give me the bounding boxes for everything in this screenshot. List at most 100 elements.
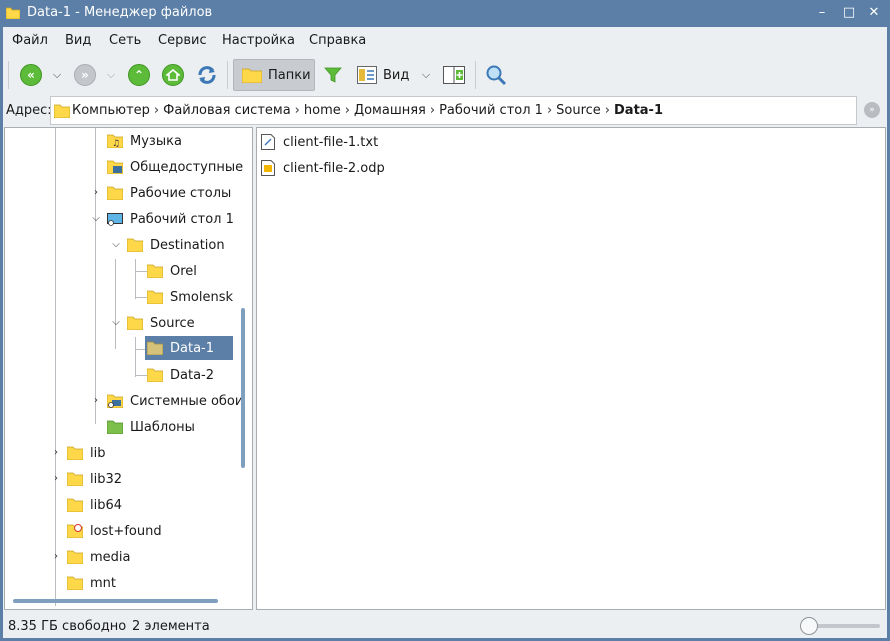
tree-item-label: Системные обои bbox=[130, 393, 244, 409]
breadcrumb-home[interactable]: home bbox=[304, 103, 341, 118]
music-folder-icon: ♫ bbox=[107, 134, 123, 148]
file-list[interactable]: client-file-1.txt client-file-2.odp bbox=[256, 127, 886, 610]
folder-icon bbox=[67, 446, 83, 460]
tree-item-data-1[interactable]: Data-1 bbox=[145, 336, 233, 360]
forward-icon: » bbox=[74, 64, 96, 86]
menu-bar: Файл Вид Сеть Сервис Настройка Справка bbox=[3, 27, 887, 55]
tree-item-label: Data-2 bbox=[170, 367, 215, 383]
expand-icon[interactable]: › bbox=[51, 474, 61, 484]
folder-icon bbox=[147, 368, 163, 382]
close-button[interactable]: ✕ bbox=[864, 4, 884, 22]
breadcrumb-current[interactable]: Data-1 bbox=[614, 103, 663, 118]
collapse-icon[interactable]: ⌵ bbox=[111, 318, 121, 328]
tree-item-desktops[interactable]: Рабочие столы bbox=[107, 181, 231, 205]
tree-item-label: Общедоступные bbox=[130, 159, 244, 175]
view-mode-button[interactable]: Вид bbox=[357, 59, 411, 91]
tree-item-label: lib32 bbox=[90, 471, 123, 487]
menu-service[interactable]: Сервис bbox=[158, 33, 207, 48]
folder-icon bbox=[147, 341, 163, 355]
home-button[interactable] bbox=[161, 59, 185, 91]
menu-settings[interactable]: Настройка bbox=[222, 33, 295, 48]
menu-view[interactable]: Вид bbox=[65, 33, 91, 48]
breadcrumb-filesystem[interactable]: Файловая система bbox=[163, 103, 291, 118]
folder-tree[interactable]: ♫ Музыка Общедоступные › Рабочие столы ⌵ bbox=[4, 127, 253, 610]
view-mode-dropdown[interactable]: ⌵ bbox=[419, 59, 433, 91]
tree-item-label: Smolensk bbox=[170, 289, 234, 305]
split-view-icon bbox=[443, 66, 465, 84]
tree-vertical-scrollbar[interactable] bbox=[241, 308, 245, 468]
wallpaper-folder-icon bbox=[107, 394, 123, 408]
refresh-icon bbox=[198, 66, 216, 84]
address-field[interactable]: Компьютер › Файловая система › home › До… bbox=[50, 96, 857, 125]
collapse-icon[interactable]: ⌵ bbox=[91, 214, 101, 224]
split-view-button[interactable] bbox=[441, 59, 467, 91]
tree-item-data-2[interactable]: Data-2 bbox=[147, 363, 214, 387]
zoom-slider-handle[interactable] bbox=[800, 617, 818, 635]
tree-item-smolensk[interactable]: Smolensk bbox=[147, 285, 233, 309]
tree-item-lib32[interactable]: lib32 bbox=[67, 467, 122, 491]
folders-label: Папки bbox=[268, 67, 311, 83]
tree-item-label: Orel bbox=[170, 263, 197, 279]
text-file-icon bbox=[261, 134, 275, 150]
expand-icon[interactable]: › bbox=[91, 188, 101, 198]
folder-icon bbox=[147, 264, 163, 278]
tree-item-label: media bbox=[90, 549, 131, 565]
maximize-button[interactable]: □ bbox=[839, 4, 859, 22]
tree-item-music[interactable]: ♫ Музыка bbox=[107, 129, 182, 153]
tree-item-destination[interactable]: Destination bbox=[127, 233, 225, 257]
tree-item-templates[interactable]: Шаблоны bbox=[107, 415, 195, 439]
expand-icon[interactable]: › bbox=[51, 448, 61, 458]
window-title: Data-1 - Менеджер файлов bbox=[27, 5, 213, 20]
search-button[interactable] bbox=[483, 59, 509, 91]
toolbar-separator bbox=[475, 61, 476, 89]
breadcrumb-separator-icon: › bbox=[429, 103, 436, 118]
up-button[interactable]: ⌃ bbox=[127, 59, 151, 91]
forward-history-dropdown[interactable]: ⌵ bbox=[104, 59, 118, 91]
breadcrumb-separator-icon: › bbox=[604, 103, 610, 118]
file-item[interactable]: client-file-1.txt bbox=[261, 131, 378, 153]
filter-button[interactable] bbox=[322, 59, 344, 91]
tree-item-source[interactable]: Source bbox=[127, 311, 195, 335]
folder-icon bbox=[147, 290, 163, 304]
go-icon[interactable]: » bbox=[864, 102, 880, 118]
tree-item-orel[interactable]: Orel bbox=[147, 259, 197, 283]
item-count-text: 2 элемента bbox=[132, 619, 210, 634]
tree-horizontal-scrollbar[interactable] bbox=[13, 599, 218, 603]
window-client: Файл Вид Сеть Сервис Настройка Справка «… bbox=[3, 27, 887, 638]
chevron-down-icon: ⌵ bbox=[52, 68, 62, 81]
title-bar[interactable]: Data-1 - Менеджер файлов – □ ✕ bbox=[0, 0, 890, 27]
folder-icon bbox=[67, 576, 83, 590]
expand-icon[interactable]: › bbox=[51, 552, 61, 562]
folders-toggle-button[interactable]: Папки bbox=[233, 59, 315, 91]
breadcrumb-home-folder[interactable]: Домашняя bbox=[354, 103, 426, 118]
folder-icon bbox=[67, 550, 83, 564]
back-icon: « bbox=[20, 64, 42, 86]
tree-item-public[interactable]: Общедоступные bbox=[107, 155, 243, 179]
expand-icon[interactable]: › bbox=[91, 396, 101, 406]
tree-item-wallpapers[interactable]: Системные обои bbox=[107, 389, 243, 413]
tree-item-mnt[interactable]: mnt bbox=[67, 571, 116, 595]
folder-icon bbox=[127, 316, 143, 330]
file-item[interactable]: client-file-2.odp bbox=[261, 157, 385, 179]
collapse-icon[interactable]: ⌵ bbox=[111, 240, 121, 250]
minimize-button[interactable]: – bbox=[812, 4, 832, 22]
back-history-dropdown[interactable]: ⌵ bbox=[50, 59, 64, 91]
tree-item-media[interactable]: media bbox=[67, 545, 131, 569]
tree-item-lost-found[interactable]: lost+found bbox=[67, 519, 162, 543]
menu-help[interactable]: Справка bbox=[309, 33, 366, 48]
tree-item-lib[interactable]: lib bbox=[67, 441, 105, 465]
breadcrumb-desktop-1[interactable]: Рабочий стол 1 bbox=[439, 103, 543, 118]
folder-icon bbox=[242, 68, 262, 83]
breadcrumb-source[interactable]: Source bbox=[556, 103, 601, 118]
forward-button[interactable]: » bbox=[73, 59, 97, 91]
menu-file[interactable]: Файл bbox=[12, 33, 48, 48]
tree-item-desktop-1[interactable]: Рабочий стол 1 bbox=[107, 207, 234, 231]
menu-network[interactable]: Сеть bbox=[109, 33, 141, 48]
refresh-button[interactable] bbox=[194, 59, 220, 91]
tree-item-label: lib bbox=[90, 445, 106, 461]
toolbar: « ⌵ » ⌵ ⌃ Папки Вид ⌵ bbox=[3, 57, 887, 93]
tree-item-lib64[interactable]: lib64 bbox=[67, 493, 122, 517]
presentation-file-icon bbox=[261, 160, 275, 176]
breadcrumb-computer[interactable]: Компьютер bbox=[72, 103, 150, 118]
back-button[interactable]: « bbox=[19, 59, 43, 91]
